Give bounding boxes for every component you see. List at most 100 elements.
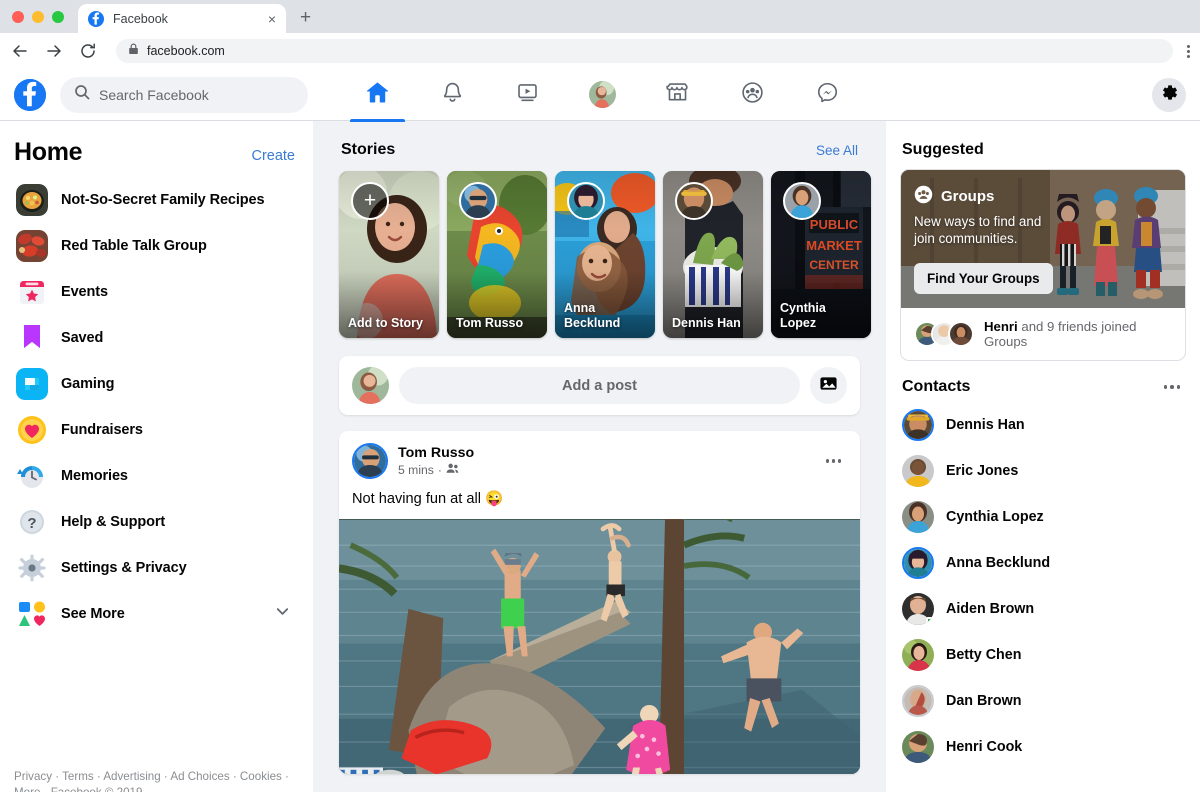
sidebar-item-saved[interactable]: Saved [14, 315, 299, 361]
search-input[interactable]: Search Facebook [60, 76, 308, 113]
story-label: Tom Russo [456, 316, 524, 330]
nav-marketplace-tab[interactable] [640, 69, 715, 121]
chevron-down-icon[interactable] [274, 603, 299, 625]
story-card-tom-russo[interactable]: Tom Russo [447, 171, 547, 338]
stories-row: + Add to Story Tom Russo Anna Becklund D… [339, 171, 871, 338]
settings-button[interactable] [1152, 77, 1186, 112]
contact-name: Dennis Han [946, 417, 1025, 433]
clock-icon [16, 460, 48, 492]
nav-watch-tab[interactable] [490, 69, 565, 121]
right-sidebar: Suggested Groups New ways to find and jo… [886, 121, 1200, 792]
bookmark-icon [16, 322, 48, 354]
contact-row[interactable]: Henri Cook [900, 724, 1186, 770]
contacts-options-button[interactable] [1162, 379, 1183, 395]
facebook-logo-icon[interactable] [14, 78, 46, 111]
sidebar-item-label: Help & Support [61, 514, 166, 530]
sidebar-item-gaming[interactable]: Gaming [14, 361, 299, 407]
story-card-add[interactable]: + Add to Story [339, 171, 439, 338]
page-title: Home [14, 138, 83, 166]
sidebar-item-label: Events [61, 284, 108, 300]
story-card-dennis-han[interactable]: Dennis Han [663, 171, 763, 338]
post-author[interactable]: Tom Russo [398, 445, 474, 461]
facebook-header: Search Facebook [0, 69, 1200, 122]
friend-avatar-stack [914, 321, 974, 347]
suggested-card-subtitle: New ways to find and join communities. [914, 214, 1042, 246]
suggested-card-footer-text: Henri and 9 friends joined Groups [984, 319, 1172, 349]
svg-text:?: ? [27, 515, 36, 532]
contact-row[interactable]: Dennis Han [900, 402, 1186, 448]
address-bar[interactable]: facebook.com [116, 39, 1173, 63]
add-photo-button[interactable] [810, 367, 847, 404]
story-label: Dennis Han [672, 316, 741, 330]
avatar [902, 731, 934, 763]
nav-home-tab[interactable] [340, 69, 415, 122]
search-placeholder: Search Facebook [99, 86, 209, 103]
post-options-button[interactable] [820, 453, 848, 469]
composer-placeholder: Add a post [562, 377, 637, 394]
nav-profile-tab[interactable] [565, 69, 640, 121]
sidebar-item-fundraisers[interactable]: Fundraisers [14, 407, 299, 453]
new-tab-button[interactable]: + [300, 7, 311, 33]
avatar[interactable] [352, 443, 388, 479]
sidebar-item-red-table-talk[interactable]: Red Table Talk Group [14, 223, 299, 269]
contact-name: Betty Chen [946, 647, 1022, 663]
maximize-window-button[interactable] [52, 10, 64, 23]
friends-icon [446, 462, 459, 478]
nav-groups-tab[interactable] [715, 69, 790, 121]
sidebar-footer-links[interactable]: Privacy · Terms · Advertising · Ad Choic… [14, 769, 292, 792]
add-story-button[interactable]: + [351, 182, 389, 220]
post-meta-separator: · [437, 462, 442, 477]
sidebar-item-help-support[interactable]: ? Help & Support [14, 499, 299, 545]
contact-name: Cynthia Lopez [946, 509, 1044, 525]
back-button[interactable] [10, 41, 30, 61]
sidebar-item-recipes[interactable]: Not-So-Secret Family Recipes [14, 177, 299, 223]
browser-tab[interactable]: Facebook × [78, 4, 286, 33]
contact-name: Dan Brown [946, 693, 1022, 709]
facebook-favicon-icon [88, 10, 104, 27]
avatar [902, 409, 934, 441]
create-link[interactable]: Create [251, 148, 295, 164]
feed-column: Stories See All + Add to Story Tom Russo… [313, 121, 886, 792]
minimize-window-button[interactable] [32, 10, 44, 23]
contact-row[interactable]: Eric Jones [900, 448, 1186, 494]
sidebar-item-settings-privacy[interactable]: Settings & Privacy [14, 545, 299, 591]
reload-button[interactable] [78, 41, 98, 61]
gear-icon [1160, 83, 1179, 107]
marketplace-store-icon [665, 80, 690, 110]
forward-button[interactable] [44, 41, 64, 61]
post-image[interactable] [339, 519, 860, 774]
nav-messenger-tab[interactable] [790, 69, 865, 121]
story-label: Add to Story [348, 316, 423, 330]
stories-see-all-link[interactable]: See All [816, 143, 858, 158]
contact-row[interactable]: Dan Brown [900, 678, 1186, 724]
browser-tab-title: Facebook [113, 11, 168, 26]
stories-title: Stories [341, 141, 396, 158]
gear-icon [16, 552, 48, 584]
sidebar-item-label: Memories [61, 468, 128, 484]
sidebar-item-label: Red Table Talk Group [61, 238, 207, 254]
sidebar-item-see-more[interactable]: See More [14, 591, 299, 637]
browser-menu-button[interactable] [1187, 44, 1190, 58]
sidebar-item-events[interactable]: Events [14, 269, 299, 315]
footer-text[interactable]: Privacy · Terms · Advertising · Ad Choic… [14, 770, 289, 792]
close-tab-button[interactable]: × [268, 12, 276, 26]
sidebar-item-label: Fundraisers [61, 422, 143, 438]
contact-row[interactable]: Cynthia Lopez [900, 494, 1186, 540]
nav-notifications-tab[interactable] [415, 69, 490, 121]
left-sidebar: Home Create Not-So-Secret Family Recipes… [0, 121, 313, 792]
add-post-input[interactable]: Add a post [399, 367, 800, 404]
contact-name: Anna Becklund [946, 555, 1051, 571]
contact-row[interactable]: Betty Chen [900, 632, 1186, 678]
close-window-button[interactable] [12, 10, 24, 23]
suggested-card-image: Groups New ways to find and join communi… [901, 170, 1185, 308]
sidebar-item-memories[interactable]: Memories [14, 453, 299, 499]
story-card-cynthia-lopez[interactable]: PUBLIC MARKET CENTER [771, 171, 871, 338]
contact-row[interactable]: Anna Becklund [900, 540, 1186, 586]
url-text: facebook.com [147, 44, 225, 58]
lock-icon [128, 42, 139, 60]
find-your-groups-button[interactable]: Find Your Groups [914, 263, 1053, 294]
story-card-anna-becklund[interactable]: Anna Becklund [555, 171, 655, 338]
contact-row[interactable]: Aiden Brown [900, 586, 1186, 632]
avatar [902, 593, 934, 625]
messenger-icon [815, 80, 840, 110]
